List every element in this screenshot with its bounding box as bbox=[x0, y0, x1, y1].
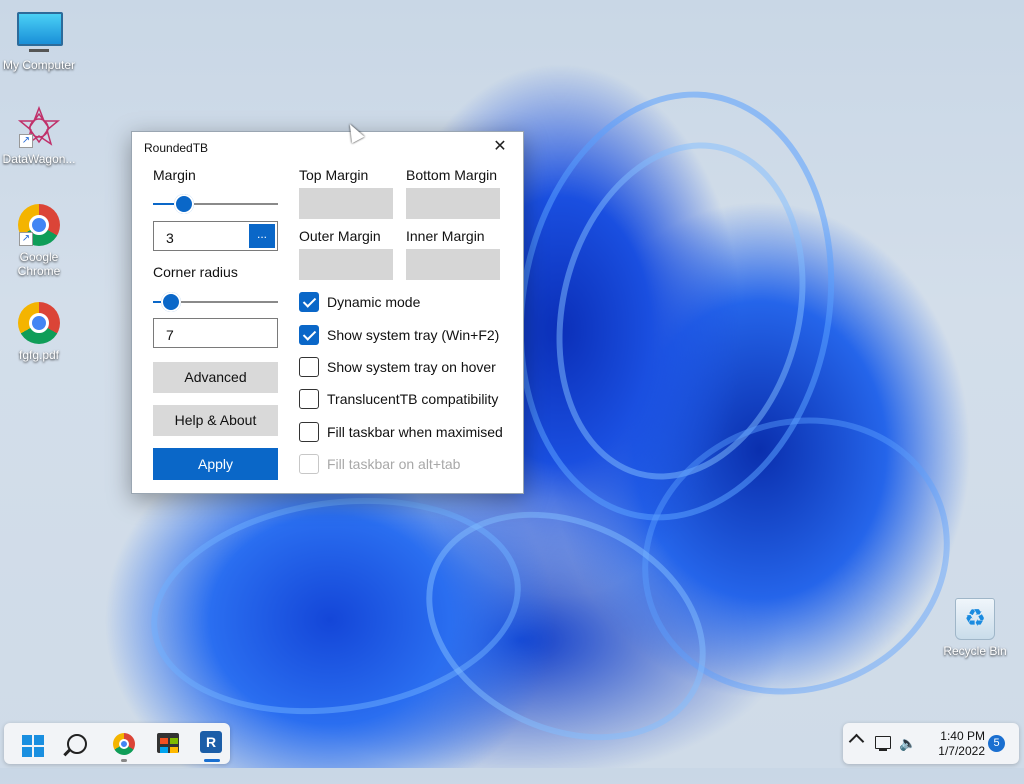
desktop-icon-recycle-bin[interactable]: ♻ Recycle Bin bbox=[937, 598, 1013, 658]
outer-margin-label: Outer Margin bbox=[299, 228, 381, 244]
desktop-icon-google-chrome[interactable]: ↗ Google Chrome bbox=[1, 204, 77, 278]
corner-radius-value: 7 bbox=[166, 327, 174, 343]
notification-badge[interactable]: 5 bbox=[988, 735, 1005, 752]
margin-label: Margin bbox=[153, 167, 196, 183]
dynamic-mode-checkbox[interactable] bbox=[299, 292, 319, 312]
close-icon: ✕ bbox=[493, 138, 507, 155]
fill-taskbar-alt-tab-label: Fill taskbar on alt+tab bbox=[327, 456, 461, 472]
search-icon[interactable] bbox=[67, 734, 87, 754]
clock[interactable]: 1:40 PM 1/7/2022 bbox=[933, 729, 985, 759]
corner-radius-input[interactable]: 7 bbox=[153, 318, 278, 348]
help-about-button[interactable]: Help & About bbox=[153, 405, 278, 436]
desktop-icon-my-computer[interactable]: My Computer bbox=[1, 10, 77, 72]
shortcut-arrow-icon: ↗ bbox=[19, 134, 33, 148]
desktop-icon-label: DataWagon... bbox=[2, 152, 76, 166]
recycle-bin-icon: ♻ bbox=[953, 598, 997, 642]
fill-taskbar-maximised-checkbox[interactable] bbox=[299, 422, 319, 442]
datawagon-icon: ↗ bbox=[17, 105, 61, 150]
margin-value: 3 bbox=[166, 230, 174, 246]
corner-radius-label: Corner radius bbox=[153, 264, 238, 280]
inner-margin-label: Inner Margin bbox=[406, 228, 485, 244]
margin-options-button[interactable]: ... bbox=[249, 224, 275, 248]
monitor-icon bbox=[17, 12, 63, 56]
bottom-margin-label: Bottom Margin bbox=[406, 167, 498, 183]
corner-radius-slider[interactable] bbox=[153, 292, 278, 312]
store-icon[interactable] bbox=[157, 733, 179, 753]
desktop-icon-label: fgfg.pdf bbox=[18, 348, 60, 362]
chrome-icon bbox=[17, 302, 61, 346]
show-system-tray-checkbox[interactable] bbox=[299, 325, 319, 345]
start-button[interactable] bbox=[22, 735, 44, 757]
margin-input[interactable]: 3 ... bbox=[153, 221, 278, 251]
show-system-tray-label: Show system tray (Win+F2) bbox=[327, 327, 500, 343]
desktop-icon-label: Recycle Bin bbox=[943, 644, 1007, 658]
top-margin-input bbox=[299, 188, 393, 219]
chrome-icon: ↗ bbox=[17, 204, 61, 248]
system-tray: 🔈 1:40 PM 1/7/2022 5 bbox=[843, 723, 1019, 764]
taskbar-chrome-icon[interactable] bbox=[113, 733, 135, 755]
slider-thumb[interactable] bbox=[161, 292, 182, 312]
desktop-icon-label: My Computer bbox=[2, 58, 76, 72]
desktop-icon-label: Google Chrome bbox=[17, 250, 61, 278]
translucenttb-checkbox[interactable] bbox=[299, 389, 319, 409]
dynamic-mode-label: Dynamic mode bbox=[327, 294, 421, 310]
title-bar[interactable]: RoundedTB ✕ bbox=[132, 132, 523, 162]
advanced-button[interactable]: Advanced bbox=[153, 362, 278, 393]
outer-margin-input bbox=[299, 249, 393, 280]
tray-on-hover-checkbox[interactable] bbox=[299, 357, 319, 377]
apply-button[interactable]: Apply bbox=[153, 448, 278, 480]
roundedtb-taskbar-icon[interactable]: R bbox=[200, 731, 222, 753]
running-indicator bbox=[121, 759, 127, 762]
top-margin-label: Top Margin bbox=[299, 167, 369, 183]
margin-slider[interactable] bbox=[153, 194, 278, 214]
window-title: RoundedTB bbox=[144, 141, 209, 155]
windows-logo-icon bbox=[22, 735, 32, 745]
fill-taskbar-maximised-label: Fill taskbar when maximised bbox=[327, 424, 503, 440]
active-indicator bbox=[204, 759, 220, 762]
inner-margin-input bbox=[406, 249, 500, 280]
fill-taskbar-alt-tab-checkbox bbox=[299, 454, 319, 474]
clock-date: 1/7/2022 bbox=[938, 744, 985, 758]
tray-on-hover-label: Show system tray on hover bbox=[327, 359, 496, 375]
chevron-up-icon[interactable] bbox=[848, 733, 865, 750]
shortcut-arrow-icon: ↗ bbox=[19, 232, 33, 246]
bottom-margin-input bbox=[406, 188, 500, 219]
desktop-icon-datawagon[interactable]: ↗ DataWagon... bbox=[1, 105, 77, 166]
roundedtb-window: RoundedTB ✕ Margin 3 ... Corner radius 7… bbox=[131, 131, 524, 494]
translucenttb-label: TranslucentTB compatibility bbox=[327, 391, 499, 407]
slider-thumb[interactable] bbox=[174, 194, 194, 214]
volume-icon[interactable]: 🔈 bbox=[899, 735, 916, 752]
network-icon[interactable] bbox=[875, 736, 891, 751]
close-button[interactable]: ✕ bbox=[477, 132, 523, 162]
desktop-icon-fgfg-pdf[interactable]: fgfg.pdf bbox=[1, 302, 77, 362]
clock-time: 1:40 PM bbox=[940, 729, 985, 743]
taskbar-apps: R bbox=[4, 723, 230, 764]
